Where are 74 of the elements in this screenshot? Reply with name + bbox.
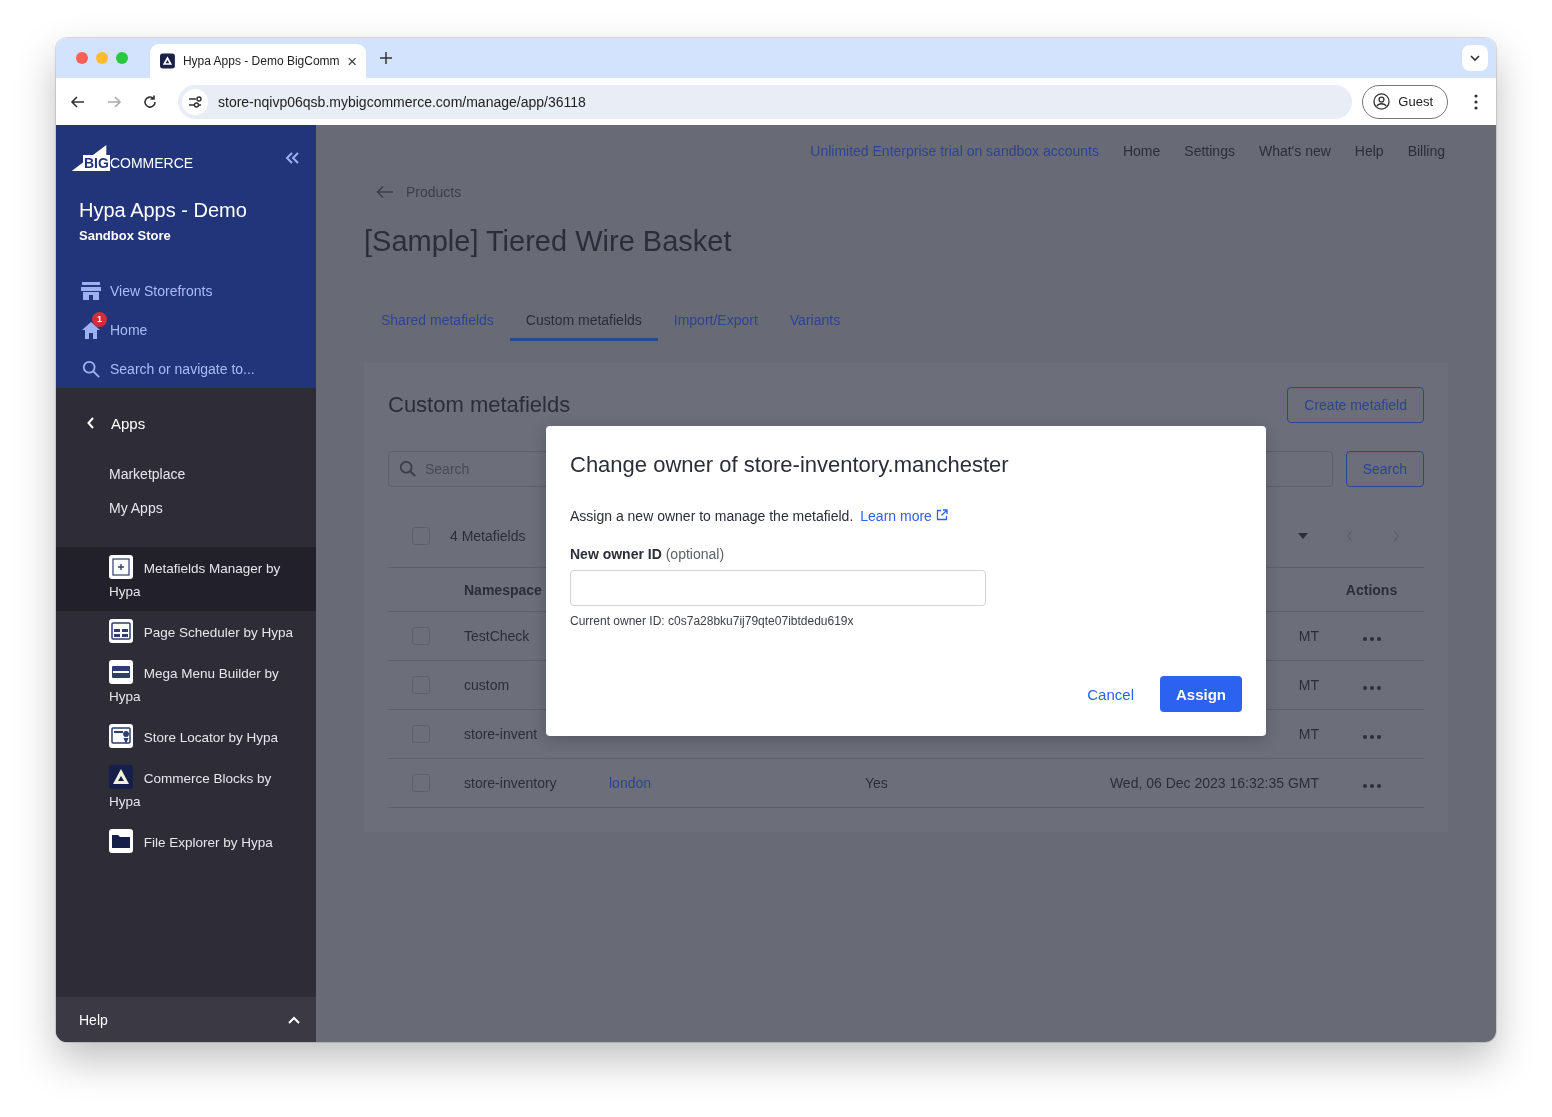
external-link-icon — [935, 509, 948, 521]
field-label: New owner ID (optional) — [570, 546, 726, 562]
sidebar-link[interactable]: My Apps — [56, 491, 316, 525]
table-cell: MT — [1298, 677, 1319, 693]
chevron-up-icon — [288, 1015, 300, 1024]
bigcommerce-logo[interactable]: BIGCOMMERCE — [71, 145, 194, 171]
profile-button[interactable]: Guest — [1362, 84, 1448, 119]
notification-badge: 1 — [92, 311, 107, 327]
assign-button[interactable]: Assign — [1160, 676, 1242, 712]
search-icon — [399, 460, 417, 478]
site-settings-icon[interactable] — [182, 88, 208, 115]
close-icon[interactable] — [347, 56, 356, 66]
metafield-count: 4 Metafields — [450, 528, 526, 544]
search-icon — [81, 359, 101, 378]
more-icon[interactable] — [1362, 784, 1381, 788]
close-window-icon[interactable] — [76, 52, 88, 64]
home-icon — [81, 320, 101, 339]
url-text: store-nqivp06qsb.mybigcommerce.com/manage/app/36118 — [218, 93, 586, 110]
nav-item[interactable]: View Storefronts — [56, 271, 316, 310]
person-icon — [1373, 93, 1391, 110]
nav-item[interactable]: 1 Home — [56, 310, 316, 349]
page-title: [Sample] Tiered Wire Basket — [364, 225, 733, 258]
nav-item[interactable]: Search or navigate to... — [56, 349, 316, 388]
arrow-left-icon — [376, 185, 394, 199]
sidebar-link[interactable]: Marketplace — [56, 457, 316, 491]
chevron-left-icon — [87, 417, 95, 429]
table-cell: TestCheck — [464, 628, 530, 644]
table-cell: Yes — [865, 775, 888, 791]
more-icon[interactable] — [1362, 735, 1381, 739]
maximize-window-icon[interactable] — [116, 52, 128, 64]
store-name: Hypa Apps - Demo — [79, 199, 248, 222]
store-type: Sandbox Store — [79, 228, 172, 243]
address-bar[interactable]: store-nqivp06qsb.mybigcommerce.com/manage/app/36118 — [178, 84, 1353, 119]
app-item[interactable]: Page Scheduler by Hypa — [56, 611, 316, 652]
collapse-icon[interactable] — [284, 151, 300, 165]
browser-tab[interactable]: Hypa Apps - Demo BigComm — [150, 44, 366, 78]
back-icon[interactable] — [70, 93, 86, 110]
table-cell: store-inventory — [464, 775, 557, 791]
more-icon[interactable] — [1362, 686, 1381, 690]
card-title: Custom metafields — [388, 392, 571, 418]
square-icon — [109, 555, 133, 579]
help-menu[interactable]: Help — [56, 997, 316, 1042]
new-tab-icon[interactable] — [380, 52, 392, 64]
modal-description: Assign a new owner to manage the metafield. — [570, 508, 854, 524]
app-item[interactable]: Mega Menu Builder by Hypa — [56, 652, 316, 716]
table-cell: Wed, 06 Dec 2023 16:32:35 GMT — [1109, 775, 1319, 791]
forward-icon[interactable] — [106, 93, 122, 110]
learn-more-link[interactable]: Learn more — [860, 508, 948, 524]
map-pin-icon — [109, 724, 133, 748]
app-item[interactable]: Metafields Manager by Hypa — [56, 547, 316, 611]
column-header: Namespace — [464, 581, 542, 598]
cancel-button[interactable]: Cancel — [1071, 676, 1150, 712]
menu-icon[interactable] — [1474, 93, 1478, 110]
layout-icon — [109, 619, 133, 643]
apps-back-link[interactable]: Apps — [56, 388, 316, 431]
caret-down-icon[interactable] — [1298, 533, 1308, 539]
table-cell: MT — [1298, 628, 1319, 644]
table-cell: MT — [1298, 726, 1319, 742]
app-item[interactable]: Store Locator by Hypa — [56, 716, 316, 757]
tab-search-icon[interactable] — [1462, 45, 1488, 71]
folder-icon — [109, 829, 133, 853]
storefront-icon — [81, 281, 101, 300]
reload-icon[interactable] — [142, 93, 158, 110]
app-item[interactable]: File Explorer by Hypa — [56, 821, 316, 862]
tab-title: Hypa Apps - Demo BigComm — [182, 54, 340, 68]
current-owner-text: Current owner ID: c0s7a28bku7ij79qte07ibtdedu619x — [570, 614, 855, 628]
owner-id-input[interactable] — [570, 570, 986, 606]
table-cell: store-invent — [464, 726, 538, 742]
app-item[interactable]: Commerce Blocks by Hypa — [56, 757, 316, 821]
modal-title: Change owner of store-inventory.manchester — [570, 452, 1010, 478]
more-icon[interactable] — [1362, 637, 1381, 641]
layout-icon — [109, 660, 133, 684]
column-header: Actions — [1345, 581, 1398, 598]
table-cell: custom — [464, 677, 510, 693]
